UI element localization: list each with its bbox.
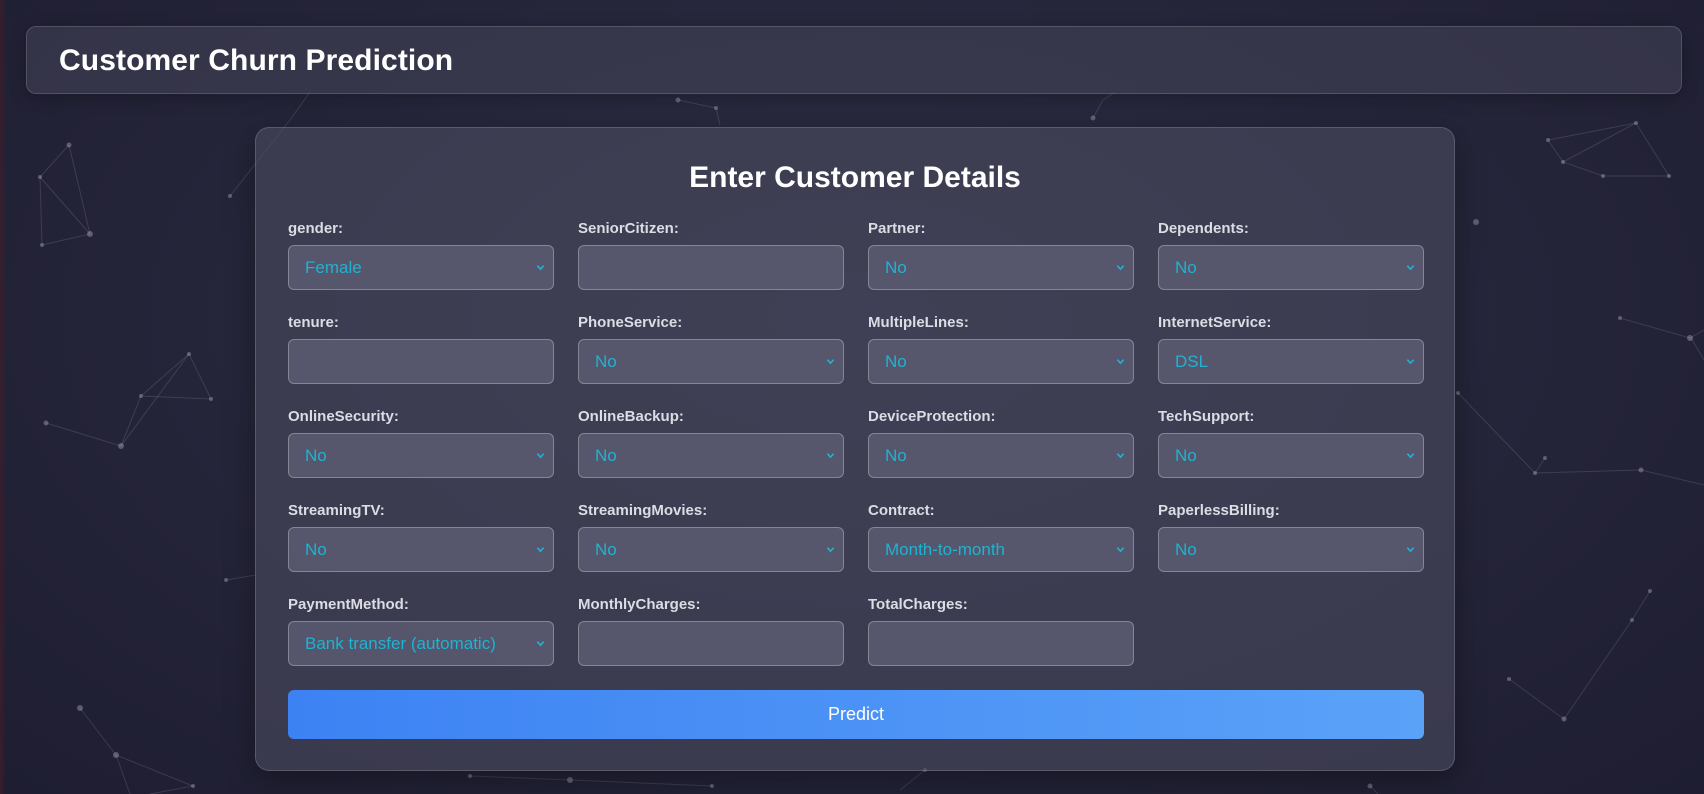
field-label: PaymentMethod: — [288, 596, 409, 613]
selected-value: No — [1175, 258, 1197, 277]
gender-select[interactable]: Female — [288, 245, 554, 290]
paperless-billing-select[interactable]: No — [1158, 527, 1424, 572]
field-label: MultipleLines: — [868, 314, 969, 331]
field-phone-service: PhoneService: No — [578, 314, 844, 384]
field-monthly-charges: MonthlyCharges: — [578, 596, 844, 666]
selected-value: No — [595, 540, 617, 559]
chevron-down-icon — [1406, 547, 1415, 553]
field-partner: Partner: No — [868, 220, 1134, 290]
senior-citizen-input[interactable] — [579, 246, 843, 289]
chevron-down-icon — [536, 453, 545, 459]
selected-value: No — [1175, 540, 1197, 559]
selected-value: No — [305, 446, 327, 465]
field-label: OnlineBackup: — [578, 408, 684, 425]
contract-select[interactable]: Month-to-month — [868, 527, 1134, 572]
field-payment-method: PaymentMethod: Bank transfer (automatic) — [288, 596, 554, 666]
phone-service-select[interactable]: No — [578, 339, 844, 384]
selected-value: DSL — [1175, 352, 1209, 371]
partner-select[interactable]: No — [868, 245, 1134, 290]
chevron-down-icon — [1116, 265, 1125, 271]
field-total-charges: TotalCharges: — [868, 596, 1134, 666]
field-label: PhoneService: — [578, 314, 683, 331]
field-label: OnlineSecurity: — [288, 408, 399, 425]
form-heading: Enter Customer Details — [689, 161, 1021, 194]
chevron-down-icon — [1406, 265, 1415, 271]
field-contract: Contract: Month-to-month — [868, 502, 1134, 572]
chevron-down-icon — [826, 359, 835, 365]
selected-value: Bank transfer (automatic) — [305, 634, 496, 653]
field-label: InternetService: — [1158, 314, 1272, 331]
field-tenure: tenure: — [288, 314, 554, 384]
app-title: Customer Churn Prediction — [59, 44, 454, 77]
chevron-down-icon — [1406, 359, 1415, 365]
field-streaming-tv: StreamingTV: No — [288, 502, 554, 572]
field-label: tenure: — [288, 314, 339, 331]
field-label: TechSupport: — [1158, 408, 1255, 425]
field-label: StreamingTV: — [288, 502, 385, 519]
monthly-charges-input[interactable] — [579, 622, 843, 665]
predict-button[interactable]: Predict — [288, 690, 1424, 739]
total-charges-field — [868, 621, 1134, 666]
field-label: Contract: — [868, 502, 935, 519]
app-header: Customer Churn Prediction — [26, 26, 1682, 94]
online-backup-select[interactable]: No — [578, 433, 844, 478]
total-charges-input[interactable] — [869, 622, 1133, 665]
form-fields-grid: gender: Female SeniorCitizen: Partner: No Dep… — [288, 220, 1424, 666]
field-tech-support: TechSupport: No — [1158, 408, 1424, 478]
chevron-down-icon — [536, 265, 545, 271]
field-multiple-lines: MultipleLines: No — [868, 314, 1134, 384]
chevron-down-icon — [1116, 359, 1125, 365]
field-device-protection: DeviceProtection: No — [868, 408, 1134, 478]
field-senior-citizen: SeniorCitizen: — [578, 220, 844, 290]
field-internet-service: InternetService: DSL — [1158, 314, 1424, 384]
senior-citizen-field — [578, 245, 844, 290]
streaming-tv-select[interactable]: No — [288, 527, 554, 572]
chevron-down-icon — [536, 547, 545, 553]
dependents-select[interactable]: No — [1158, 245, 1424, 290]
tenure-input[interactable] — [289, 340, 553, 383]
selected-value: No — [595, 446, 617, 465]
selected-value: Female — [305, 258, 362, 277]
selected-value: No — [885, 258, 907, 277]
field-label: gender: — [288, 220, 344, 237]
selected-value: No — [885, 446, 907, 465]
customer-details-form: Enter Customer Details gender: Female Seni… — [255, 127, 1455, 771]
selected-value: No — [305, 540, 327, 559]
field-label: Dependents: — [1158, 220, 1249, 237]
online-security-select[interactable]: No — [288, 433, 554, 478]
field-label: Partner: — [868, 220, 926, 237]
monthly-charges-field — [578, 621, 844, 666]
selected-value: No — [1175, 446, 1197, 465]
payment-method-select[interactable]: Bank transfer (automatic) — [288, 621, 554, 666]
field-gender: gender: Female — [288, 220, 554, 290]
selected-value: No — [885, 352, 907, 371]
chevron-down-icon — [1116, 453, 1125, 459]
selected-value: Month-to-month — [885, 540, 1005, 559]
field-paperless-billing: PaperlessBilling: No — [1158, 502, 1424, 572]
chevron-down-icon — [1116, 547, 1125, 553]
multiple-lines-select[interactable]: No — [868, 339, 1134, 384]
field-online-security: OnlineSecurity: No — [288, 408, 554, 478]
streaming-movies-select[interactable]: No — [578, 527, 844, 572]
field-label: MonthlyCharges: — [578, 596, 701, 613]
field-label: SeniorCitizen: — [578, 220, 679, 237]
tech-support-select[interactable]: No — [1158, 433, 1424, 478]
internet-service-select[interactable]: DSL — [1158, 339, 1424, 384]
field-streaming-movies: StreamingMovies: No — [578, 502, 844, 572]
chevron-down-icon — [826, 547, 835, 553]
field-label: PaperlessBilling: — [1158, 502, 1280, 519]
chevron-down-icon — [1406, 453, 1415, 459]
selected-value: No — [595, 352, 617, 371]
field-dependents: Dependents: No — [1158, 220, 1424, 290]
tenure-field — [288, 339, 554, 384]
device-protection-select[interactable]: No — [868, 433, 1134, 478]
left-edge-glow — [0, 0, 6, 794]
chevron-down-icon — [826, 453, 835, 459]
field-online-backup: OnlineBackup: No — [578, 408, 844, 478]
chevron-down-icon — [536, 641, 545, 647]
field-label: StreamingMovies: — [578, 502, 708, 519]
field-label: DeviceProtection: — [868, 408, 996, 425]
field-label: TotalCharges: — [868, 596, 968, 613]
